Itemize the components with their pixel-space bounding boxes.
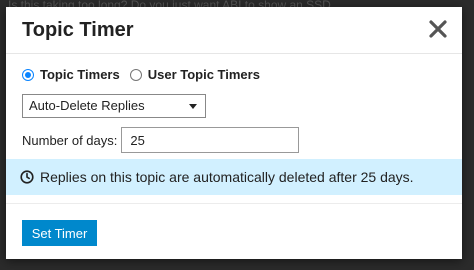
radio-user-topic-timers[interactable]: User Topic Timers [129, 67, 260, 82]
caret-down-icon [189, 104, 197, 109]
days-label: Number of days: [22, 132, 118, 148]
radio-topic-timers-label: Topic Timers [40, 67, 120, 82]
days-row: Number of days: [22, 127, 300, 153]
close-button[interactable] [426, 17, 450, 41]
timer-type-selected: Auto-Delete Replies [29, 98, 145, 113]
modal-header: Topic Timer [6, 7, 462, 54]
notice-text: Replies on this topic are automatically … [40, 169, 414, 185]
timer-scope-radio-group: Topic Timers User Topic Timers [22, 67, 270, 82]
clock-icon [20, 170, 34, 184]
radio-topic-timers[interactable]: Topic Timers [22, 67, 120, 82]
footer-divider [6, 203, 462, 204]
timer-notice: Replies on this topic are automatically … [6, 159, 462, 195]
radio-user-topic-timers-label: User Topic Timers [147, 67, 260, 82]
set-timer-button[interactable]: Set Timer [22, 220, 97, 246]
modal-title: Topic Timer [22, 19, 134, 41]
topic-timer-modal: Topic Timer Topic Timers User Topic Time… [6, 7, 462, 259]
radio-user-topic-timers-button[interactable] [129, 68, 142, 81]
close-icon [429, 20, 447, 38]
timer-type-select[interactable]: Auto-Delete Replies [22, 94, 206, 118]
radio-topic-timers-button[interactable] [22, 68, 34, 81]
days-input[interactable] [121, 127, 300, 153]
